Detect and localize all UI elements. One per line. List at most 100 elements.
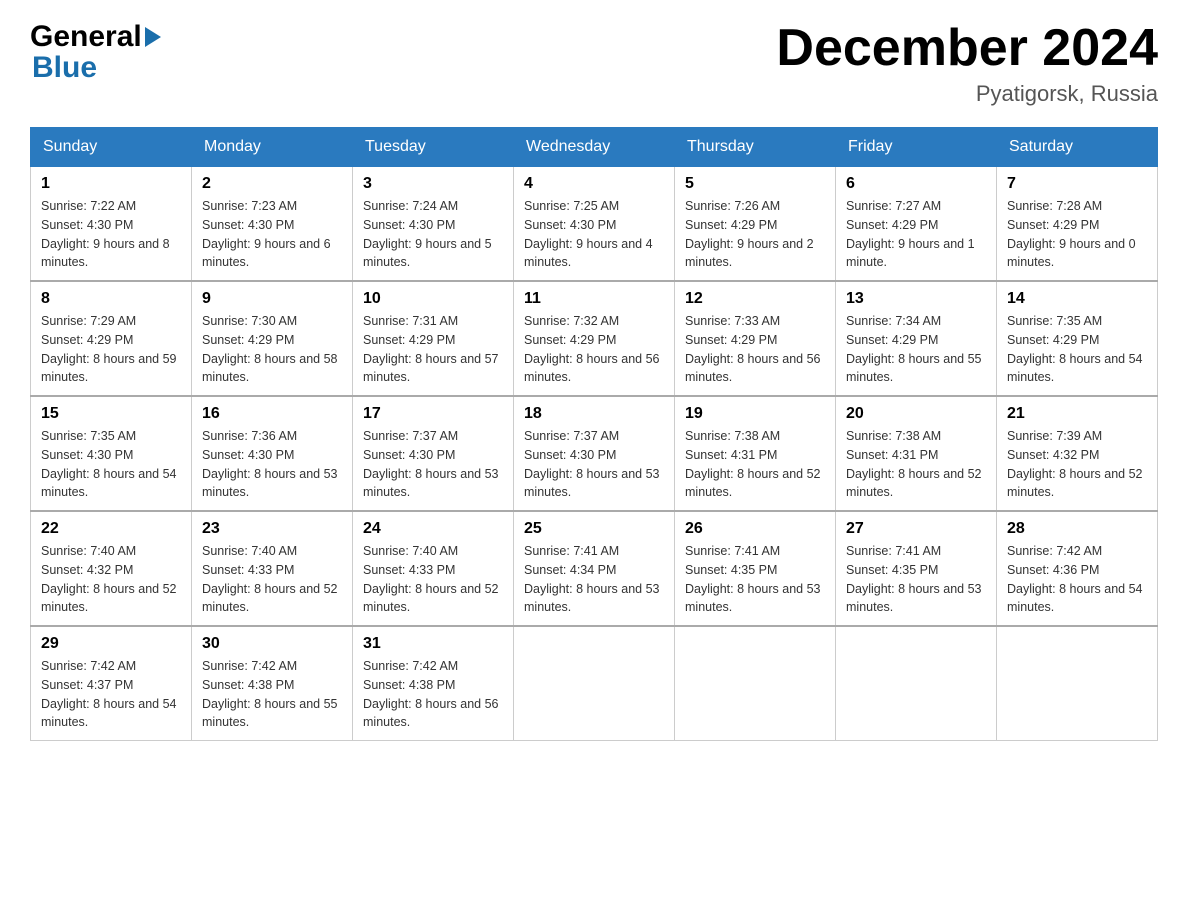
day-number: 25 — [524, 520, 664, 538]
day-cell: 21Sunrise: 7:39 AMSunset: 4:32 PMDayligh… — [997, 396, 1158, 511]
day-number: 29 — [41, 635, 181, 653]
day-number: 26 — [685, 520, 825, 538]
day-number: 24 — [363, 520, 503, 538]
col-sunday: Sunday — [31, 128, 192, 167]
week-row-5: 29 Sunrise: 7:42 AMSunset: 4:37 PMDayligh… — [31, 626, 1158, 741]
day-number: 22 — [41, 520, 181, 538]
day-number: 11 — [524, 290, 664, 308]
day-info: Sunrise: 7:37 AMSunset: 4:30 PMDaylight:… — [524, 427, 664, 502]
logo-arrow-icon — [145, 27, 161, 47]
day-number: 17 — [363, 405, 503, 423]
day-number: 8 — [41, 290, 181, 308]
day-number: 9 — [202, 290, 342, 308]
day-info: Sunrise: 7:35 AMSunset: 4:30 PMDaylight:… — [41, 427, 181, 502]
day-info: Sunrise: 7:28 AMSunset: 4:29 PMDaylight:… — [1007, 197, 1147, 272]
day-info: Sunrise: 7:42 AMSunset: 4:38 PMDaylight:… — [202, 657, 342, 732]
day-cell: 25 Sunrise: 7:41 AMSunset: 4:34 PMDayligh… — [514, 511, 675, 626]
day-cell: 13 Sunrise: 7:34 AMSunset: 4:29 PMDayligh… — [836, 281, 997, 396]
day-number: 21 — [1007, 405, 1147, 423]
day-info: Sunrise: 7:23 AMSunset: 4:30 PMDaylight:… — [202, 197, 342, 272]
day-cell: 5 Sunrise: 7:26 AMSunset: 4:29 PMDaylight… — [675, 167, 836, 282]
day-number: 20 — [846, 405, 986, 423]
day-info: Sunrise: 7:37 AMSunset: 4:30 PMDaylight:… — [363, 427, 503, 502]
title-section: December 2024 Pyatigorsk, Russia — [776, 20, 1158, 107]
day-info: Sunrise: 7:41 AMSunset: 4:35 PMDaylight:… — [846, 542, 986, 617]
day-number: 28 — [1007, 520, 1147, 538]
day-info: Sunrise: 7:41 AMSunset: 4:34 PMDaylight:… — [524, 542, 664, 617]
day-cell — [514, 626, 675, 741]
day-cell: 1 Sunrise: 7:22 AMSunset: 4:30 PMDaylight… — [31, 167, 192, 282]
day-cell: 9 Sunrise: 7:30 AMSunset: 4:29 PMDaylight… — [192, 281, 353, 396]
day-info: Sunrise: 7:30 AMSunset: 4:29 PMDaylight:… — [202, 312, 342, 387]
day-info: Sunrise: 7:24 AMSunset: 4:30 PMDaylight:… — [363, 197, 503, 272]
day-cell: 17 Sunrise: 7:37 AMSunset: 4:30 PMDayligh… — [353, 396, 514, 511]
day-info: Sunrise: 7:42 AMSunset: 4:37 PMDaylight:… — [41, 657, 181, 732]
day-cell: 19Sunrise: 7:38 AMSunset: 4:31 PMDayligh… — [675, 396, 836, 511]
day-cell: 6 Sunrise: 7:27 AMSunset: 4:29 PMDaylight… — [836, 167, 997, 282]
day-cell: 31 Sunrise: 7:42 AMSunset: 4:38 PMDayligh… — [353, 626, 514, 741]
day-number: 10 — [363, 290, 503, 308]
header-row: Sunday Monday Tuesday Wednesday Thursday… — [31, 128, 1158, 167]
day-number: 6 — [846, 175, 986, 193]
day-number: 14 — [1007, 290, 1147, 308]
day-number: 19 — [685, 405, 825, 423]
day-info: Sunrise: 7:40 AMSunset: 4:32 PMDaylight:… — [41, 542, 181, 617]
day-cell: 7 Sunrise: 7:28 AMSunset: 4:29 PMDaylight… — [997, 167, 1158, 282]
day-cell: 3 Sunrise: 7:24 AMSunset: 4:30 PMDaylight… — [353, 167, 514, 282]
day-info: Sunrise: 7:25 AMSunset: 4:30 PMDaylight:… — [524, 197, 664, 272]
day-number: 23 — [202, 520, 342, 538]
day-cell: 14 Sunrise: 7:35 AMSunset: 4:29 PMDayligh… — [997, 281, 1158, 396]
day-cell: 22 Sunrise: 7:40 AMSunset: 4:32 PMDayligh… — [31, 511, 192, 626]
day-info: Sunrise: 7:33 AMSunset: 4:29 PMDaylight:… — [685, 312, 825, 387]
day-cell: 16Sunrise: 7:36 AMSunset: 4:30 PMDayligh… — [192, 396, 353, 511]
day-cell: 2Sunrise: 7:23 AMSunset: 4:30 PMDaylight… — [192, 167, 353, 282]
day-cell: 30 Sunrise: 7:42 AMSunset: 4:38 PMDayligh… — [192, 626, 353, 741]
day-info: Sunrise: 7:22 AMSunset: 4:30 PMDaylight:… — [41, 197, 181, 272]
day-cell: 20 Sunrise: 7:38 AMSunset: 4:31 PMDayligh… — [836, 396, 997, 511]
day-cell: 26Sunrise: 7:41 AMSunset: 4:35 PMDayligh… — [675, 511, 836, 626]
col-saturday: Saturday — [997, 128, 1158, 167]
day-number: 7 — [1007, 175, 1147, 193]
day-number: 3 — [363, 175, 503, 193]
week-row-4: 22 Sunrise: 7:40 AMSunset: 4:32 PMDayligh… — [31, 511, 1158, 626]
day-number: 16 — [202, 405, 342, 423]
location-subtitle: Pyatigorsk, Russia — [776, 81, 1158, 107]
col-monday: Monday — [192, 128, 353, 167]
day-number: 30 — [202, 635, 342, 653]
day-cell: 12 Sunrise: 7:33 AMSunset: 4:29 PMDayligh… — [675, 281, 836, 396]
day-number: 1 — [41, 175, 181, 193]
day-cell — [997, 626, 1158, 741]
day-cell: 15Sunrise: 7:35 AMSunset: 4:30 PMDayligh… — [31, 396, 192, 511]
day-info: Sunrise: 7:27 AMSunset: 4:29 PMDaylight:… — [846, 197, 986, 272]
day-info: Sunrise: 7:42 AMSunset: 4:36 PMDaylight:… — [1007, 542, 1147, 617]
col-wednesday: Wednesday — [514, 128, 675, 167]
day-cell: 4 Sunrise: 7:25 AMSunset: 4:30 PMDaylight… — [514, 167, 675, 282]
page-header: General Blue December 2024 Pyatigorsk, R… — [30, 20, 1158, 107]
day-number: 4 — [524, 175, 664, 193]
col-friday: Friday — [836, 128, 997, 167]
day-info: Sunrise: 7:26 AMSunset: 4:29 PMDaylight:… — [685, 197, 825, 272]
day-number: 13 — [846, 290, 986, 308]
day-info: Sunrise: 7:40 AMSunset: 4:33 PMDaylight:… — [202, 542, 342, 617]
day-info: Sunrise: 7:35 AMSunset: 4:29 PMDaylight:… — [1007, 312, 1147, 387]
day-number: 5 — [685, 175, 825, 193]
day-number: 12 — [685, 290, 825, 308]
day-info: Sunrise: 7:40 AMSunset: 4:33 PMDaylight:… — [363, 542, 503, 617]
day-number: 27 — [846, 520, 986, 538]
day-cell: 18 Sunrise: 7:37 AMSunset: 4:30 PMDayligh… — [514, 396, 675, 511]
day-info: Sunrise: 7:42 AMSunset: 4:38 PMDaylight:… — [363, 657, 503, 732]
day-info: Sunrise: 7:31 AMSunset: 4:29 PMDaylight:… — [363, 312, 503, 387]
day-cell: 8Sunrise: 7:29 AMSunset: 4:29 PMDaylight… — [31, 281, 192, 396]
day-info: Sunrise: 7:38 AMSunset: 4:31 PMDaylight:… — [846, 427, 986, 502]
day-cell — [836, 626, 997, 741]
day-info: Sunrise: 7:34 AMSunset: 4:29 PMDaylight:… — [846, 312, 986, 387]
day-number: 18 — [524, 405, 664, 423]
day-cell: 23 Sunrise: 7:40 AMSunset: 4:33 PMDayligh… — [192, 511, 353, 626]
col-thursday: Thursday — [675, 128, 836, 167]
day-cell: 27 Sunrise: 7:41 AMSunset: 4:35 PMDayligh… — [836, 511, 997, 626]
week-row-3: 15Sunrise: 7:35 AMSunset: 4:30 PMDayligh… — [31, 396, 1158, 511]
calendar-table: Sunday Monday Tuesday Wednesday Thursday… — [30, 127, 1158, 741]
day-cell: 29 Sunrise: 7:42 AMSunset: 4:37 PMDayligh… — [31, 626, 192, 741]
day-number: 31 — [363, 635, 503, 653]
day-cell: 28 Sunrise: 7:42 AMSunset: 4:36 PMDayligh… — [997, 511, 1158, 626]
